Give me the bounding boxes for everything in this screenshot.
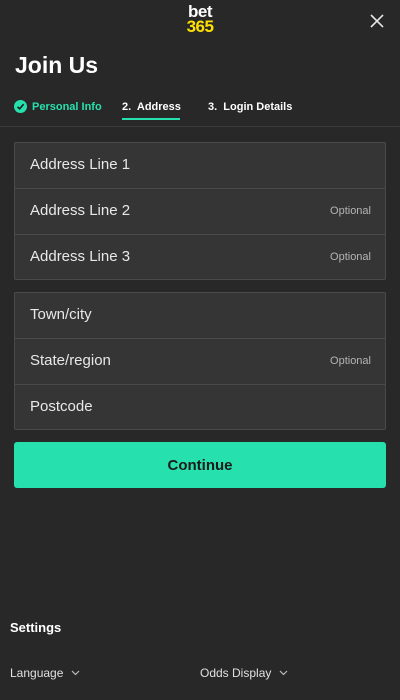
optional-hint: Optional [330, 205, 371, 217]
step-tabs: Personal Info 2. Address 3. Login Detail… [0, 95, 400, 127]
field-label: Address Line 3 [30, 248, 131, 265]
continue-button[interactable]: Continue [14, 442, 386, 488]
odds-display-label: Odds Display [200, 666, 272, 680]
locality-group: Town/city State/region Optional Postcode [14, 292, 386, 430]
field-label: Address Line 1 [30, 156, 131, 173]
step-personal-info[interactable]: Personal Info [14, 95, 102, 126]
town-city-field[interactable]: Town/city [15, 293, 385, 339]
field-label: Address Line 2 [30, 202, 131, 219]
language-dropdown[interactable]: Language [10, 665, 80, 680]
chevron-down-icon [279, 665, 288, 679]
address-line-2-field[interactable]: Address Line 2 Optional [15, 189, 385, 235]
check-circle-icon [14, 100, 27, 113]
field-label: Town/city [30, 306, 92, 323]
step-login-details[interactable]: 3. Login Details [208, 95, 292, 126]
odds-display-dropdown[interactable]: Odds Display [200, 665, 288, 680]
bet365-logo: bet 365 [0, 3, 400, 36]
language-label: Language [10, 666, 64, 680]
address-line-3-field[interactable]: Address Line 3 Optional [15, 235, 385, 279]
step-address-label: 2. Address [122, 101, 181, 113]
settings-heading: Settings [10, 620, 62, 635]
step-login-details-label: 3. Login Details [208, 101, 293, 113]
address-lines-group: Address Line 1 Address Line 2 Optional A… [14, 142, 386, 280]
close-icon[interactable] [368, 12, 386, 30]
field-label: Postcode [30, 398, 93, 415]
optional-hint: Optional [330, 251, 371, 263]
chevron-down-icon [71, 665, 80, 679]
page-title: Join Us [15, 52, 99, 78]
logo-text-365: 365 [186, 17, 214, 36]
join-us-screen: bet 365 Join Us Personal Info 2. Address… [0, 0, 400, 700]
step-personal-info-label: Personal Info [32, 101, 102, 113]
postcode-field[interactable]: Postcode [15, 385, 385, 429]
field-label: State/region [30, 352, 111, 369]
step-address[interactable]: 2. Address [122, 95, 181, 126]
address-line-1-field[interactable]: Address Line 1 [15, 143, 385, 189]
optional-hint: Optional [330, 355, 371, 367]
state-region-field[interactable]: State/region Optional [15, 339, 385, 385]
